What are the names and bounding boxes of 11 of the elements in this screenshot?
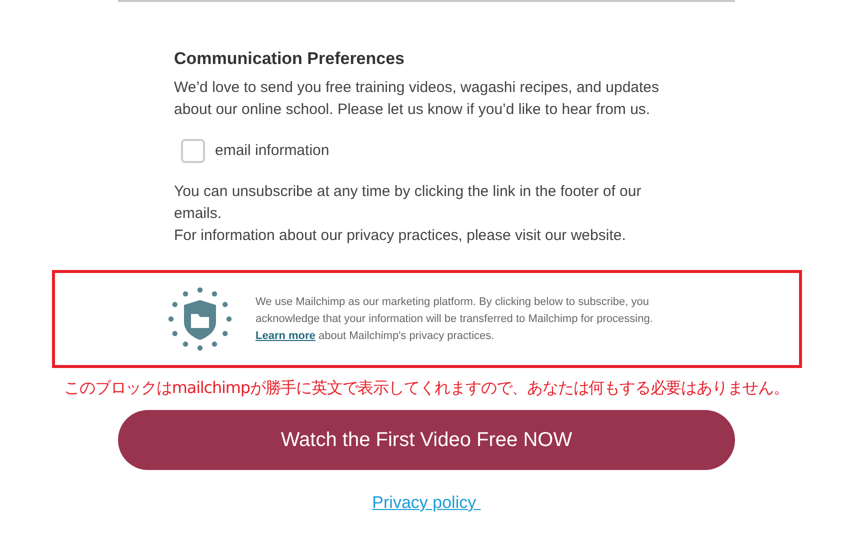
notice-text: We use Mailchimp as our marketing platform. By clicking below to subscribe, you acknowledge that your information will be transferred to Mailchimp for processing. Learn more about Mailchimp's privacy practices. — [256, 294, 654, 344]
checkbox-label: email information — [215, 141, 330, 161]
section-title: Communication Preferences — [174, 48, 406, 70]
intro-text: We’d love to send you free training videos, wagashi recipes, and updates about our online school. Please let us know if you’d like to hear from us. — [174, 78, 660, 120]
privacy-link[interactable]: Privacy policy — [372, 493, 481, 513]
unsubscribe-text: You can unsubscribe at any time by clicking the link in the footer of our emails. — [174, 182, 642, 224]
learn-more-link[interactable]: Learn more — [256, 330, 316, 342]
submit-button[interactable]: Watch the First Video Free NOW — [118, 410, 735, 470]
unsubscribe-text: For information about our privacy practices, please visit our website. — [174, 226, 627, 246]
checkbox[interactable] — [181, 139, 205, 163]
annotation-text: このブロックはmailchimpが勝手に英文で表示してくれますので、あなたは何もする必要はありません。 — [64, 378, 789, 399]
